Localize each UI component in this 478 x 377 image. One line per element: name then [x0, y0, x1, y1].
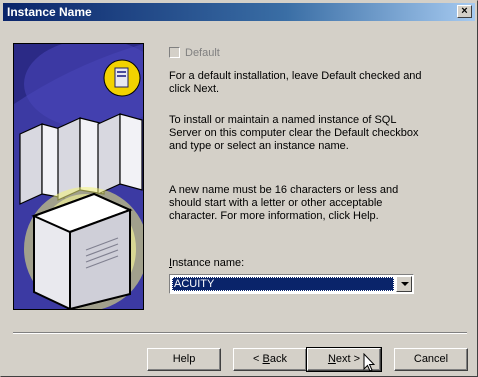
instance-name-label: Instance name:: [169, 257, 245, 269]
default-checkbox: [169, 47, 180, 58]
back-button[interactable]: < Back: [233, 348, 307, 371]
name-rules-text: A new name must be 16 characters or less…: [169, 184, 399, 222]
server-illustration-graphic: [14, 44, 143, 309]
server-illustration: [13, 43, 144, 310]
instance-name-combobox[interactable]: ACUITY: [169, 274, 414, 294]
title-bar[interactable]: Instance Name ×: [3, 3, 475, 21]
default-install-text: For a default installation, leave Defaul…: [169, 70, 422, 95]
dropdown-arrow-button[interactable]: [396, 276, 412, 292]
default-checkbox-label: Default: [185, 47, 220, 59]
cancel-button[interactable]: Cancel: [394, 348, 468, 371]
instance-name-value[interactable]: ACUITY: [172, 277, 394, 291]
default-checkbox-row: Default: [169, 47, 220, 59]
close-button[interactable]: ×: [457, 5, 472, 18]
named-instance-text: To install or maintain a named instance …: [169, 114, 419, 152]
help-button[interactable]: Help: [147, 348, 221, 371]
window-title: Instance Name: [7, 5, 92, 19]
separator: [13, 332, 467, 334]
close-icon: ×: [461, 5, 468, 17]
instance-name-dialog: Instance Name × Default For a default in…: [0, 0, 478, 377]
mouse-pointer-icon: [363, 353, 375, 372]
